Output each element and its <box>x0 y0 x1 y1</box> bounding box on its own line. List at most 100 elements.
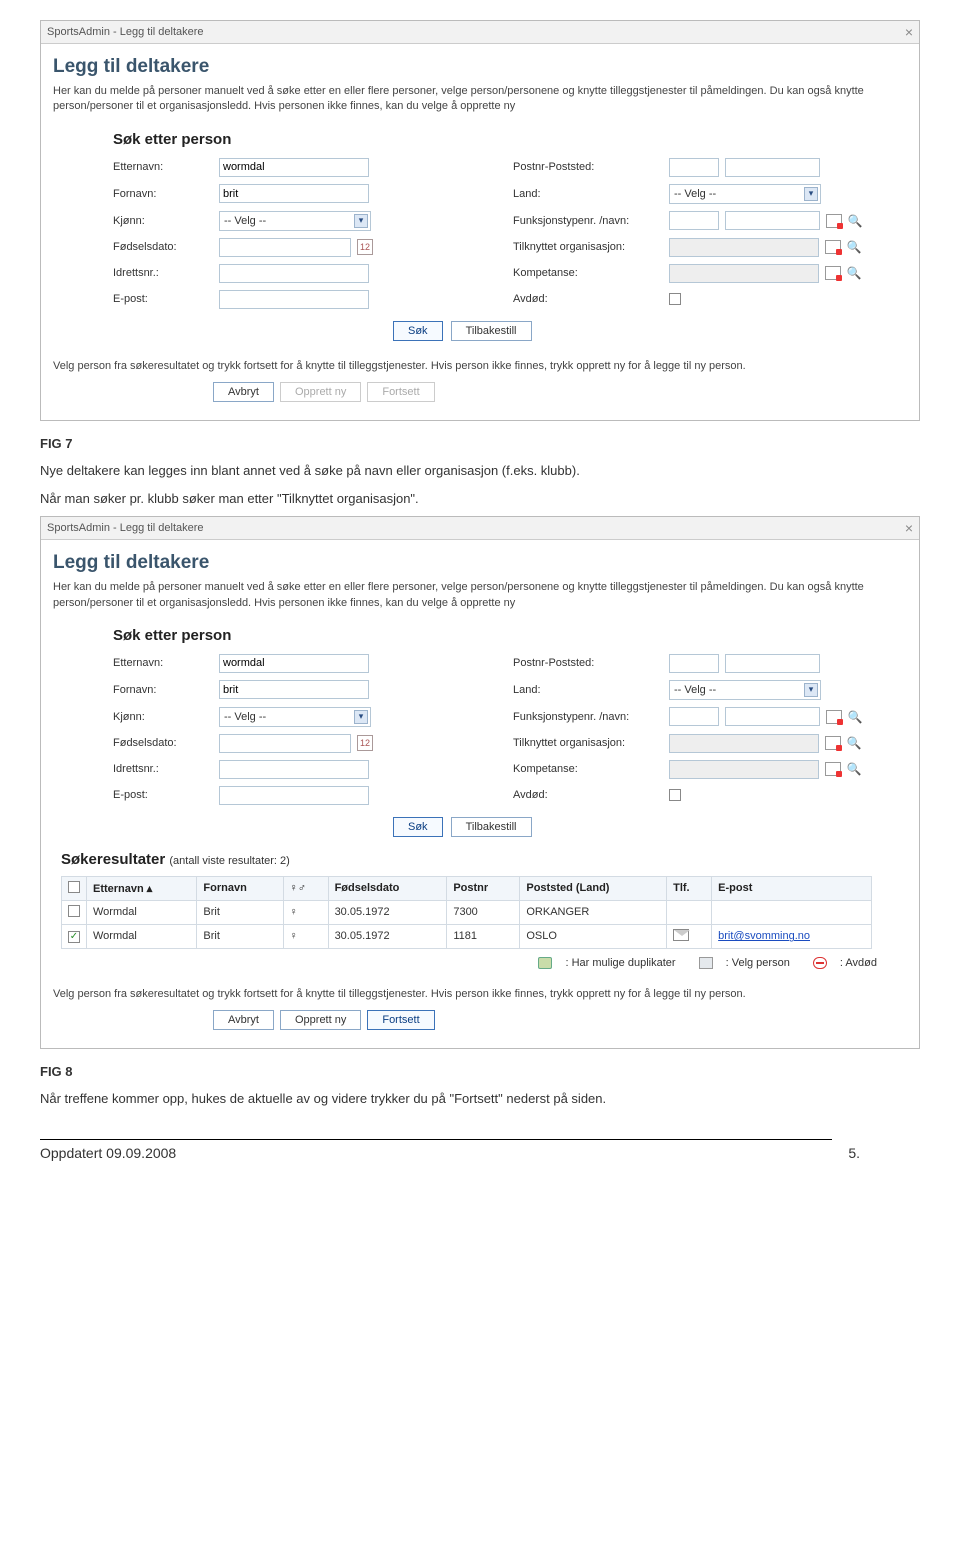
input-poststed[interactable] <box>725 654 820 673</box>
select-land[interactable]: -- Velg -- ▾ <box>669 184 821 204</box>
search-icon[interactable]: 🔍 <box>847 240 861 254</box>
picker-icon[interactable] <box>825 240 841 254</box>
section-heading: Søk etter person <box>113 131 907 148</box>
picker-icon[interactable] <box>825 736 841 750</box>
row-checkbox[interactable] <box>68 905 80 917</box>
input-fornavn[interactable] <box>219 680 369 699</box>
picker-icon[interactable] <box>826 214 842 228</box>
doc-paragraph: Når man søker pr. klubb søker man etter … <box>40 489 920 509</box>
close-icon[interactable]: × <box>905 520 913 536</box>
calendar-icon[interactable]: 12 <box>357 735 373 751</box>
input-funktypenavn[interactable] <box>725 707 820 726</box>
create-button[interactable]: Opprett ny <box>280 382 361 402</box>
label-organisasjon: Tilknyttet organisasjon: <box>513 737 663 749</box>
input-funktypenavn[interactable] <box>725 211 820 230</box>
page-title: Legg til deltakere <box>53 56 907 78</box>
col-tlf[interactable]: Tlf. <box>667 876 712 900</box>
search-icon[interactable]: 🔍 <box>847 736 861 750</box>
input-kompetanse[interactable] <box>669 760 819 779</box>
checkbox-avdod[interactable] <box>669 789 681 801</box>
figure-label: FIG 8 <box>40 1064 920 1079</box>
input-kompetanse[interactable] <box>669 264 819 283</box>
input-fornavn[interactable] <box>219 184 369 203</box>
figure-label: FIG 7 <box>40 436 920 451</box>
input-funktypenr[interactable] <box>669 707 719 726</box>
label-funksjonstype: Funksjonstypenr. /navn: <box>513 711 663 723</box>
search-icon[interactable]: 🔍 <box>848 214 862 228</box>
row-checkbox[interactable]: ✓ <box>68 931 80 943</box>
input-etternavn[interactable] <box>219 158 369 177</box>
label-idrettsnr: Idrettsnr.: <box>113 267 213 279</box>
intro-text: Her kan du melde på personer manuelt ved… <box>53 84 907 115</box>
input-poststed[interactable] <box>725 158 820 177</box>
input-idrettsnr[interactable] <box>219 760 369 779</box>
col-check[interactable] <box>62 876 87 900</box>
input-fodselsdato[interactable] <box>219 734 351 753</box>
table-row[interactable]: ✓ Wormdal Brit ♀ 30.05.1972 1181 OSLO br… <box>62 924 872 948</box>
input-postnr[interactable] <box>669 654 719 673</box>
calendar-icon[interactable]: 12 <box>357 239 373 255</box>
input-postnr[interactable] <box>669 158 719 177</box>
results-heading: Søkeresultater (antall viste resultater:… <box>61 851 907 868</box>
input-epost[interactable] <box>219 290 369 309</box>
select-kjonn[interactable]: -- Velg -- ▾ <box>219 211 371 231</box>
search-icon[interactable]: 🔍 <box>847 762 861 776</box>
intro-text: Her kan du melde på personer manuelt ved… <box>53 580 907 611</box>
reset-button[interactable]: Tilbakestill <box>451 817 532 837</box>
label-land: Land: <box>513 684 663 696</box>
search-button[interactable]: Søk <box>393 321 443 341</box>
window-titlebar: SportsAdmin - Legg til deltakere × <box>41 517 919 540</box>
label-avdod: Avdød: <box>513 293 663 305</box>
input-fodselsdato[interactable] <box>219 238 351 257</box>
cancel-button[interactable]: Avbryt <box>213 1010 274 1030</box>
input-epost[interactable] <box>219 786 369 805</box>
instruction-text: Velg person fra søkeresultatet og trykk … <box>53 359 907 374</box>
col-fornavn[interactable]: Fornavn <box>197 876 283 900</box>
picker-icon[interactable] <box>826 710 842 724</box>
col-postnr[interactable]: Postnr <box>447 876 520 900</box>
deceased-icon <box>813 957 827 969</box>
doc-paragraph: Nye deltakere kan legges inn blant annet… <box>40 461 920 481</box>
screenshot-fig7: SportsAdmin - Legg til deltakere × Legg … <box>40 20 920 421</box>
picker-icon[interactable] <box>825 762 841 776</box>
input-funktypenr[interactable] <box>669 211 719 230</box>
doc-paragraph: Når treffene kommer opp, hukes de aktuel… <box>40 1089 920 1109</box>
label-epost: E-post: <box>113 293 213 305</box>
close-icon[interactable]: × <box>905 24 913 40</box>
search-form: Etternavn: Postnr-Poststed: Fornavn: Lan… <box>113 158 907 341</box>
continue-button[interactable]: Fortsett <box>367 382 434 402</box>
create-button[interactable]: Opprett ny <box>280 1010 361 1030</box>
continue-button[interactable]: Fortsett <box>367 1010 434 1030</box>
window-titlebar: SportsAdmin - Legg til deltakere × <box>41 21 919 44</box>
mail-icon <box>673 929 689 941</box>
input-organisasjon[interactable] <box>669 238 819 257</box>
label-postnr: Postnr-Poststed: <box>513 161 663 173</box>
input-idrettsnr[interactable] <box>219 264 369 283</box>
col-sex[interactable]: ♀♂ <box>283 876 328 900</box>
search-form: Etternavn: Postnr-Poststed: Fornavn: Lan… <box>113 654 907 837</box>
search-icon[interactable]: 🔍 <box>847 266 861 280</box>
select-kjonn[interactable]: -- Velg -- ▾ <box>219 707 371 727</box>
select-land[interactable]: -- Velg -- ▾ <box>669 680 821 700</box>
search-button[interactable]: Søk <box>393 817 443 837</box>
col-poststed[interactable]: Poststed (Land) <box>520 876 667 900</box>
label-idrettsnr: Idrettsnr.: <box>113 763 213 775</box>
email-link[interactable]: brit@svomming.no <box>718 930 810 942</box>
input-etternavn[interactable] <box>219 654 369 673</box>
footer: Oppdatert 09.09.2008 5. <box>40 1145 920 1161</box>
search-icon[interactable]: 🔍 <box>848 710 862 724</box>
section-heading: Søk etter person <box>113 627 907 644</box>
picker-icon[interactable] <box>825 266 841 280</box>
label-kompetanse: Kompetanse: <box>513 763 663 775</box>
legend: : Har mulige duplikater : Velg person : … <box>53 957 877 969</box>
col-etternavn[interactable]: Etternavn ▴ <box>87 876 197 900</box>
col-epost[interactable]: E-post <box>712 876 872 900</box>
input-organisasjon[interactable] <box>669 734 819 753</box>
reset-button[interactable]: Tilbakestill <box>451 321 532 341</box>
col-fodsel[interactable]: Fødselsdato <box>328 876 447 900</box>
checkbox-avdod[interactable] <box>669 293 681 305</box>
cancel-button[interactable]: Avbryt <box>213 382 274 402</box>
table-row[interactable]: Wormdal Brit ♀ 30.05.1972 7300 ORKANGER <box>62 900 872 924</box>
footer-page: 5. <box>848 1145 860 1161</box>
instruction-text: Velg person fra søkeresultatet og trykk … <box>53 987 907 1002</box>
